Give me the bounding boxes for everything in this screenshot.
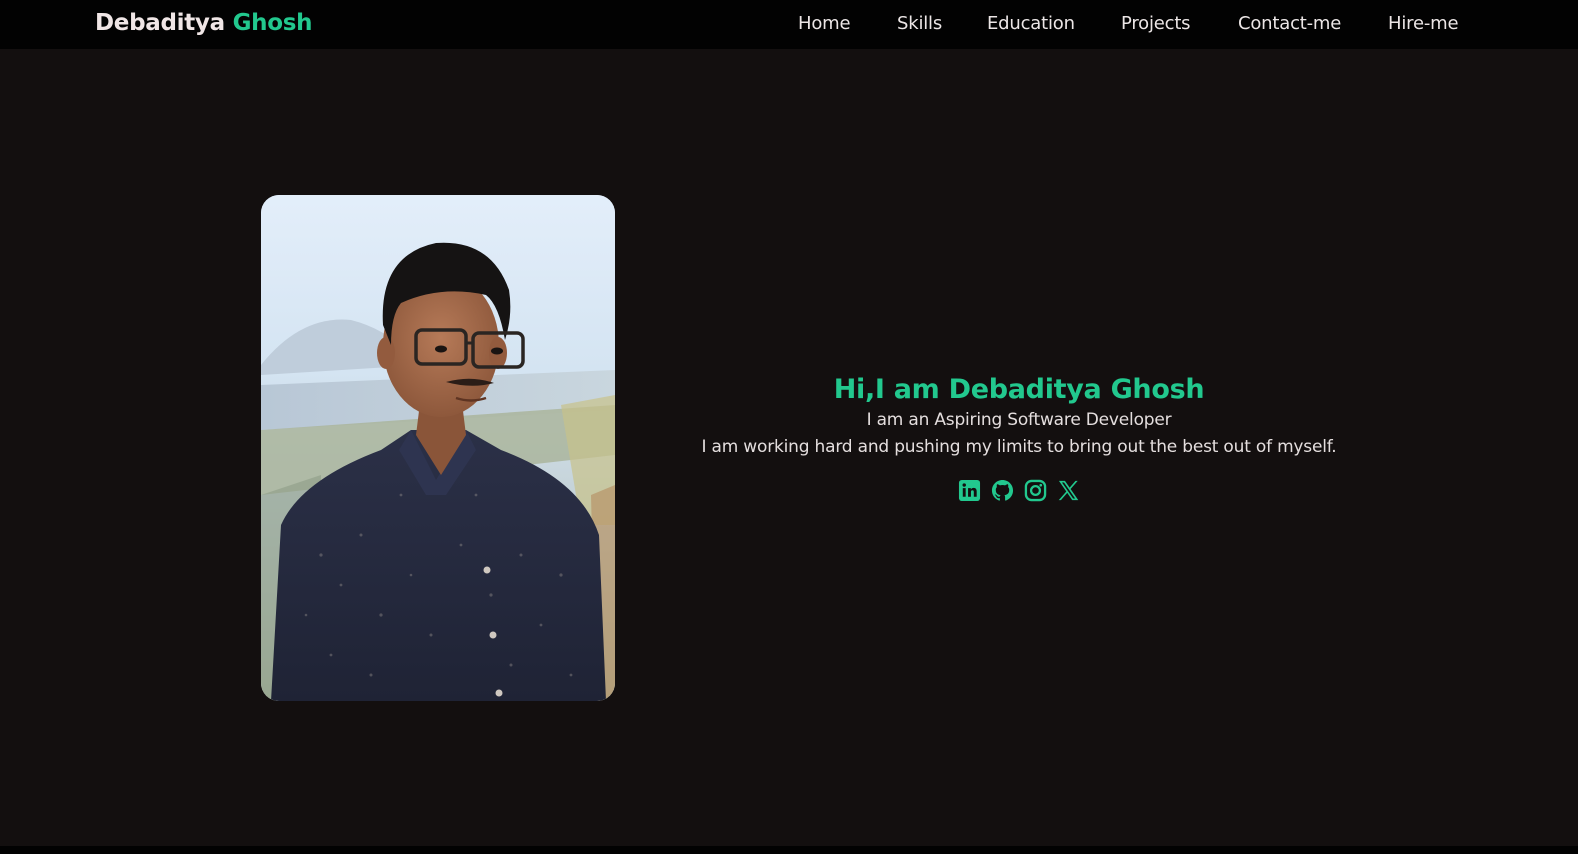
intro-block: Hi,I am Debaditya Ghosh I am an Aspiring… [660,373,1378,502]
bottom-edge [0,846,1578,854]
nav-education[interactable]: Education [987,13,1075,34]
brand-first-name: Debaditya [95,10,225,36]
social-links [660,479,1378,502]
linkedin-icon[interactable] [958,479,981,502]
x-twitter-icon[interactable] [1057,479,1080,502]
brand-last-name: Ghosh [232,10,313,36]
nav-projects[interactable]: Projects [1121,13,1191,34]
hero-subline: I am working hard and pushing my limits … [701,437,1337,457]
nav-skills[interactable]: Skills [897,13,942,34]
github-icon[interactable] [991,479,1014,502]
instagram-icon[interactable] [1024,479,1047,502]
top-navbar: Debaditya Ghosh Home Skills Education Pr… [0,0,1578,49]
hero-headline: Hi,I am Debaditya Ghosh [833,374,1205,405]
nav-hire-me[interactable]: Hire-me [1388,13,1459,34]
nav-contact-me[interactable]: Contact-me [1238,13,1341,34]
profile-photo [261,195,615,701]
nav-home[interactable]: Home [798,13,851,34]
brand-logo[interactable]: Debaditya Ghosh [95,10,312,36]
hero-tagline: I am an Aspiring Software Developer [866,410,1172,430]
